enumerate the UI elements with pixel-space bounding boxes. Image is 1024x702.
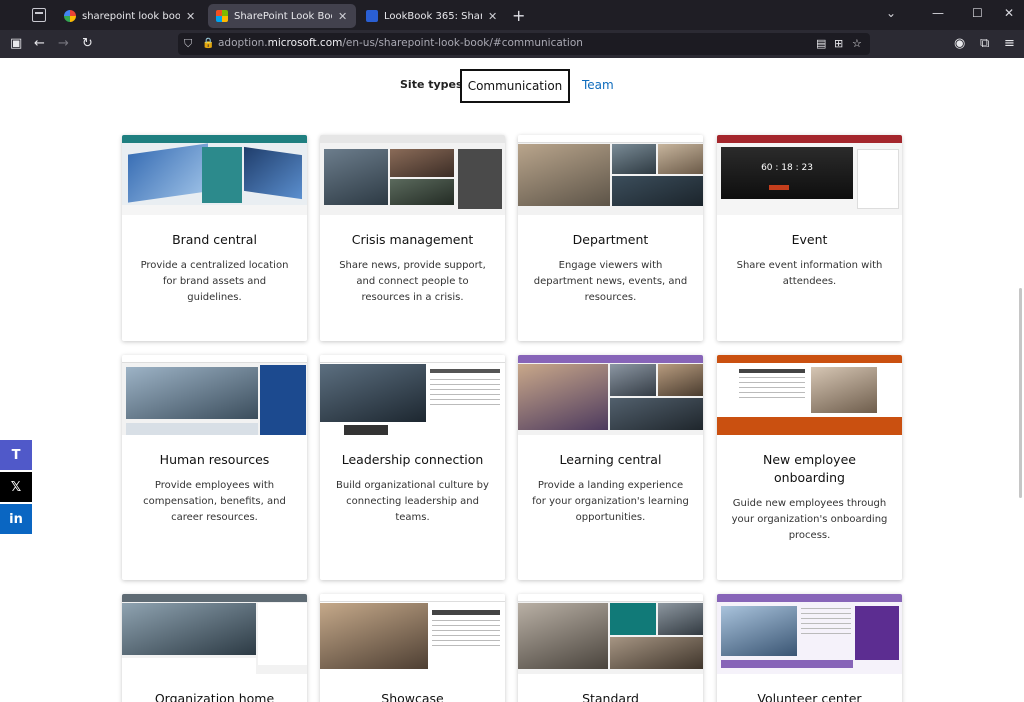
learning-central-thumbnail (518, 355, 703, 435)
reload-icon[interactable]: ↻ (82, 36, 93, 52)
share-linkedin-button[interactable]: in (0, 504, 32, 534)
page-content: Site types: Communication Team Brand cen… (0, 58, 1024, 702)
tab-title: LookBook 365: SharePoint Exam (384, 10, 482, 22)
card-title: Department (572, 232, 649, 247)
communication-filter-button[interactable]: Communication (460, 69, 570, 103)
card-standard-communication[interactable]: Standard communication (518, 594, 703, 702)
page-scrollbar[interactable] (1019, 288, 1022, 498)
card-description: Provide a centralized location for brand… (140, 260, 289, 303)
card-title: Standard communication (582, 691, 639, 702)
event-countdown: 60 : 18 : 23 (761, 163, 813, 173)
new-employee-onboarding-thumbnail (717, 355, 902, 435)
menu-icon[interactable]: ≡ (1004, 36, 1015, 52)
card-description: Provide a landing experience for your or… (532, 480, 689, 523)
lookbook-favicon-icon (366, 10, 378, 22)
tab-sharepoint-look-book[interactable]: SharePoint Look Book – Micros ✕ (208, 4, 356, 28)
card-title: Brand central (172, 232, 257, 247)
forward-icon[interactable]: → (58, 36, 69, 52)
card-title: Crisis management (351, 232, 474, 247)
extensions-icon[interactable]: ⧉ (980, 36, 989, 52)
card-title: Volunteer center (757, 691, 862, 702)
brand-central-thumbnail (122, 135, 307, 215)
card-showcase[interactable]: Showcase (320, 594, 505, 702)
department-thumbnail (518, 135, 703, 215)
teams-icon: T (11, 447, 21, 463)
card-description: Share news, provide support, and connect… (339, 260, 486, 303)
card-brand-central[interactable]: Brand central Provide a centralized loca… (122, 135, 307, 341)
maximize-icon[interactable]: ☐ (972, 6, 983, 20)
card-human-resources[interactable]: Human resources Provide employees with c… (122, 355, 307, 580)
bookmark-star-icon[interactable]: ☆ (852, 36, 862, 52)
new-tab-icon[interactable]: + (512, 6, 525, 25)
save-to-pocket-icon[interactable]: ⊞ (834, 36, 843, 52)
close-tab-icon[interactable]: ✕ (186, 10, 196, 23)
card-department[interactable]: Department Engage viewers with departmen… (518, 135, 703, 341)
sidebar-toggle-icon[interactable]: ▣ (10, 36, 22, 52)
site-types-label: Site types: (400, 78, 467, 91)
crisis-management-thumbnail (320, 135, 505, 215)
human-resources-thumbnail (122, 355, 307, 435)
tab-title: sharepoint look book - Google (82, 10, 180, 22)
linkedin-icon: in (9, 511, 23, 527)
organization-home-thumbnail (122, 594, 307, 674)
card-title: Learning central (559, 452, 662, 467)
event-thumbnail: 60 : 18 : 23 (717, 135, 902, 215)
card-title: Leadership connection (341, 452, 484, 467)
close-tab-icon[interactable]: ✕ (488, 10, 498, 23)
card-description: Engage viewers with department news, eve… (533, 260, 688, 303)
standard-communication-thumbnail (518, 594, 703, 674)
card-title: Organization home (154, 691, 275, 702)
tab-overview-icon[interactable] (32, 8, 46, 22)
browser-tab-bar: sharepoint look book - Google ✕ SharePoi… (0, 0, 1024, 30)
close-window-icon[interactable]: ✕ (1004, 6, 1014, 20)
tab-google-search[interactable]: sharepoint look book - Google ✕ (56, 4, 204, 28)
tab-lookbook-365[interactable]: LookBook 365: SharePoint Exam ✕ (358, 4, 506, 28)
card-organization-home[interactable]: Organization home (122, 594, 307, 702)
card-title: New employee onboarding (763, 452, 856, 485)
share-teams-button[interactable]: T (0, 440, 32, 470)
card-crisis-management[interactable]: Crisis management Share news, provide su… (320, 135, 505, 341)
lock-icon[interactable]: 🔒 (202, 36, 214, 52)
card-event[interactable]: 60 : 18 : 23 Event Share event informati… (717, 135, 902, 341)
shield-icon[interactable]: ⛉ (184, 36, 192, 52)
showcase-thumbnail (320, 594, 505, 674)
card-title: Showcase (381, 691, 444, 702)
card-volunteer-center[interactable]: Volunteer center (717, 594, 902, 702)
microsoft-favicon-icon (216, 10, 228, 22)
x-icon: 𝕏 (10, 479, 22, 495)
back-icon[interactable]: ← (34, 36, 45, 52)
google-favicon-icon (64, 10, 76, 22)
tab-list-chevron-icon[interactable]: ⌄ (886, 6, 896, 20)
reader-view-icon[interactable]: ▤ (816, 36, 826, 52)
card-title: Event (791, 232, 828, 247)
card-learning-central[interactable]: Learning central Provide a landing exper… (518, 355, 703, 580)
team-filter-link[interactable]: Team (582, 78, 614, 92)
card-description: Guide new employees through your organiz… (731, 498, 888, 541)
browser-nav-bar: ▣ ← → ↻ ⛉ 🔒 adoption.microsoft.com/en-us… (0, 30, 1024, 58)
minimize-icon[interactable]: — (932, 6, 944, 20)
leadership-connection-thumbnail (320, 355, 505, 435)
share-x-button[interactable]: 𝕏 (0, 472, 32, 502)
card-new-employee-onboarding[interactable]: New employee onboarding Guide new employ… (717, 355, 902, 580)
url-text[interactable]: adoption.microsoft.com/en-us/sharepoint-… (218, 37, 583, 49)
address-bar[interactable]: ⛉ 🔒 adoption.microsoft.com/en-us/sharepo… (178, 33, 870, 55)
card-leadership-connection[interactable]: Leadership connection Build organization… (320, 355, 505, 580)
card-description: Share event information with attendees. (736, 260, 883, 287)
card-description: Provide employees with compensation, ben… (143, 480, 286, 523)
card-title: Human resources (159, 452, 270, 467)
close-tab-icon[interactable]: ✕ (338, 10, 348, 23)
card-description: Build organizational culture by connecti… (336, 480, 489, 523)
volunteer-center-thumbnail (717, 594, 902, 674)
tab-title: SharePoint Look Book – Micros (234, 10, 332, 22)
account-icon[interactable]: ◉ (954, 36, 965, 52)
